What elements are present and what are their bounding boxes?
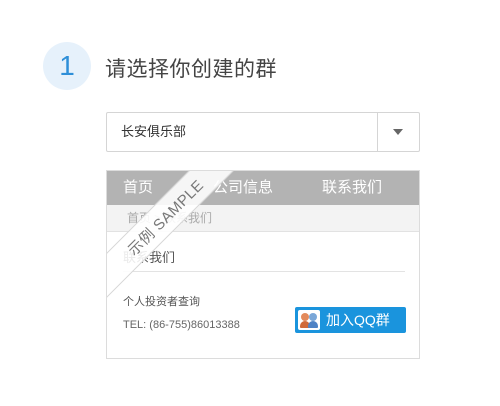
preview-nav-home: 首页 (123, 179, 154, 196)
preview-nav-bar: 首页 公司信息 联系我们 (107, 171, 419, 205)
group-select-value: 长安俱乐部 (121, 124, 187, 139)
step-number: 1 (59, 50, 75, 81)
group-select-toggle[interactable] (377, 113, 419, 151)
sample-preview: 首页 公司信息 联系我们 首页>联系我们 联系我们 个人投资者查询 TEL: (… (106, 170, 420, 359)
join-qq-group-label: 加入QQ群 (326, 312, 390, 328)
step-title: 请选择你创建的群 (105, 58, 277, 81)
join-qq-group-button: 加入QQ群 (295, 307, 406, 333)
preview-nav-contact: 联系我们 (322, 179, 383, 196)
divider (123, 271, 405, 272)
phone-number: TEL: (86-755)86013388 (123, 319, 240, 331)
step-number-badge: 1 (43, 42, 91, 90)
chevron-down-icon (393, 129, 403, 135)
investor-query-label: 个人投资者查询 (123, 296, 200, 308)
qq-group-icon (298, 310, 320, 330)
group-select[interactable]: 长安俱乐部 (106, 112, 420, 152)
